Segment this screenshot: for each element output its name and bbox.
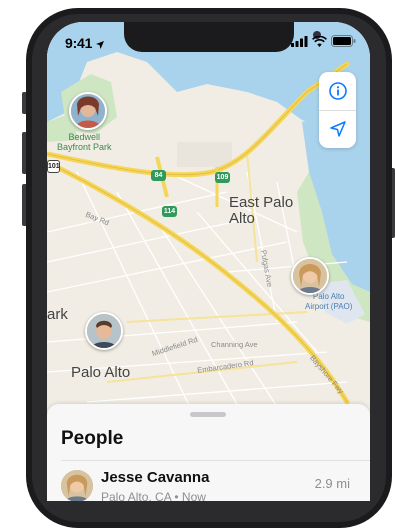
map-controls bbox=[319, 72, 356, 148]
info-button[interactable] bbox=[319, 72, 356, 110]
map-view[interactable]: 101 84 109 114 Bedwell Bayfront Park Eas… bbox=[47, 22, 370, 432]
screen: 101 84 109 114 Bedwell Bayfront Park Eas… bbox=[47, 22, 370, 501]
map-label-east-palo-alto: East Palo Alto bbox=[229, 194, 294, 227]
battery-icon bbox=[331, 35, 356, 47]
location-arrow-icon bbox=[329, 121, 346, 137]
highway-shield-114: 114 bbox=[162, 206, 177, 217]
sheet-grabber-handle[interactable] bbox=[190, 412, 226, 417]
status-time-text: 9:41 bbox=[65, 35, 93, 51]
people-sheet[interactable]: People Jesse Cavanna Palo Alto, CA • Now… bbox=[47, 404, 370, 501]
street-label-channing: Channing Ave bbox=[211, 340, 258, 349]
map-label-palo-alto: Palo Alto bbox=[71, 364, 131, 381]
friend-pin-bedwell[interactable] bbox=[69, 92, 107, 130]
avatar-photo-icon bbox=[87, 314, 121, 348]
location-services-icon bbox=[95, 41, 104, 49]
person-distance: 2.9 mi bbox=[314, 476, 350, 491]
location-button[interactable] bbox=[319, 110, 356, 148]
person-avatar bbox=[61, 470, 93, 501]
map-label-airport: Palo Alto Airport (PAO) bbox=[305, 292, 353, 311]
person-name: Jesse Cavanna bbox=[101, 469, 210, 486]
avatar-photo-icon bbox=[61, 470, 93, 501]
avatar-photo-icon bbox=[71, 94, 105, 128]
status-time: 9:41 bbox=[65, 35, 104, 51]
friend-pin-palo-alto[interactable] bbox=[85, 312, 123, 350]
sheet-divider bbox=[61, 460, 370, 461]
cellular-signal-icon bbox=[291, 35, 308, 47]
person-location: Palo Alto, CA • Now bbox=[101, 490, 206, 501]
people-title: People bbox=[61, 428, 124, 449]
info-icon bbox=[328, 82, 347, 100]
person-row[interactable]: Jesse Cavanna Palo Alto, CA • Now 2.9 mi bbox=[47, 462, 370, 501]
notch bbox=[124, 22, 321, 52]
highway-shield-101: 101 bbox=[47, 160, 60, 173]
friend-pin-airport[interactable] bbox=[291, 257, 329, 295]
wifi-icon bbox=[312, 35, 327, 47]
map-label-bedwell: Bedwell Bayfront Park bbox=[57, 132, 112, 152]
map-label-park: ark bbox=[47, 306, 68, 323]
highway-shield-84: 84 bbox=[151, 170, 166, 181]
status-icons bbox=[291, 35, 356, 47]
avatar-photo-icon bbox=[293, 259, 327, 293]
highway-shield-109: 109 bbox=[215, 172, 230, 183]
